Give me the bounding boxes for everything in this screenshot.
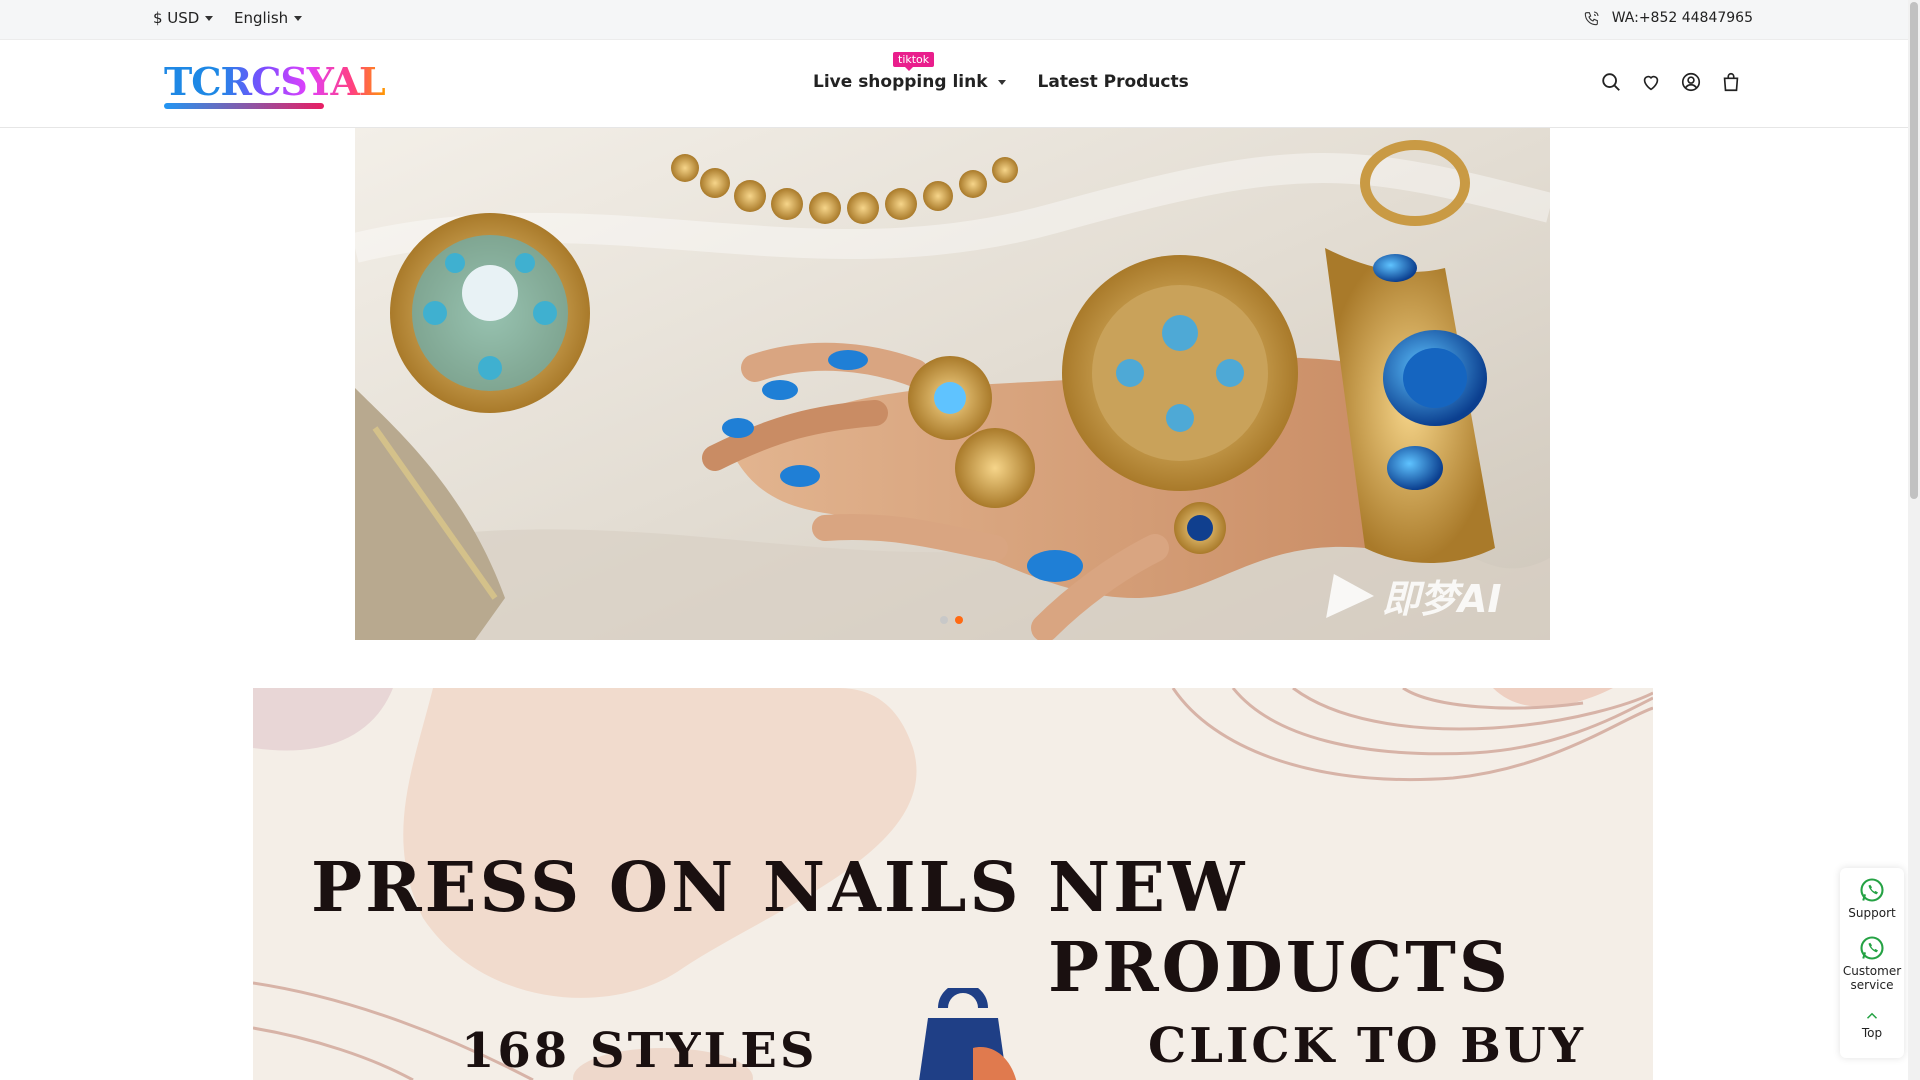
customer-service-label: Customer service <box>1842 964 1902 992</box>
carousel-dots <box>940 616 963 624</box>
back-to-top-button[interactable]: Top <box>1840 1012 1904 1040</box>
chevron-down-icon <box>205 15 214 21</box>
hero-banner[interactable]: 即梦AI <box>355 128 1550 640</box>
nav-label: Latest Products <box>1037 72 1189 92</box>
support-button[interactable]: Support <box>1840 876 1904 920</box>
chevron-down-icon <box>294 15 303 21</box>
language-label: English <box>234 9 289 27</box>
tiktok-badge: tiktok <box>893 52 935 71</box>
watermark-text: 即梦AI <box>1382 577 1502 621</box>
scrollbar-thumb[interactable] <box>1910 2 1918 499</box>
heart-icon[interactable] <box>1640 71 1662 93</box>
chevron-up-icon <box>1866 1012 1878 1019</box>
currency-selector[interactable]: $ USD <box>153 9 214 27</box>
carousel-dot-active[interactable] <box>955 616 963 624</box>
main-nav: tiktok Live shopping link Latest Product… <box>813 52 1189 92</box>
nav-label: Live shopping link <box>813 72 988 92</box>
nav-latest-products[interactable]: Latest Products <box>1038 72 1189 92</box>
promo-subtitle-right: CLICK TO BUY <box>1148 1018 1586 1074</box>
search-icon[interactable] <box>1600 71 1622 93</box>
promo-banner[interactable]: PRESS ON NAILS NEW PRODUCTS 168 STYLES C… <box>253 688 1653 1080</box>
contact-phone[interactable]: WA:+852 44847965 <box>1584 10 1753 26</box>
logo-text: TCRCSYAL <box>164 59 386 104</box>
page-scrollbar[interactable] <box>1908 0 1920 1080</box>
language-selector[interactable]: English <box>234 9 303 27</box>
promo-title-right: NEW PRODUCTS <box>1048 848 1511 1008</box>
floating-contact-widget: Support Customer service Top <box>1840 868 1904 1058</box>
account-icon[interactable] <box>1680 71 1702 93</box>
top-utility-bar: $ USD English WA:+852 44847965 <box>0 0 1908 40</box>
customer-service-button[interactable]: Customer service <box>1840 934 1904 992</box>
promo-title-left: PRESS ON NAILS <box>311 848 1022 928</box>
watermark: 即梦AI <box>1326 568 1502 623</box>
shopping-bag-icon <box>903 983 1023 1080</box>
header-icons <box>1600 71 1742 93</box>
cart-icon[interactable] <box>1720 71 1742 93</box>
hero-jewelry-image <box>355 128 1550 640</box>
support-label: Support <box>1848 906 1896 920</box>
currency-label: $ USD <box>153 9 200 27</box>
site-logo[interactable]: TCRCSYAL <box>164 59 386 109</box>
top-label: Top <box>1861 1026 1883 1040</box>
phone-icon <box>1584 11 1599 26</box>
logo-mark-icon <box>1326 573 1378 618</box>
phone-number: WA:+852 44847965 <box>1611 10 1753 26</box>
site-header: TCRCSYAL tiktok Live shopping link Lates… <box>0 40 1908 128</box>
promo-subtitle-left: 168 STYLES <box>461 1023 818 1079</box>
nav-live-shopping-link[interactable]: tiktok Live shopping link <box>813 52 1006 92</box>
logo-swoosh <box>164 103 324 109</box>
carousel-dot[interactable] <box>940 616 948 624</box>
whatsapp-icon <box>1860 878 1884 902</box>
whatsapp-icon <box>1860 936 1884 960</box>
chevron-down-icon <box>997 79 1006 85</box>
